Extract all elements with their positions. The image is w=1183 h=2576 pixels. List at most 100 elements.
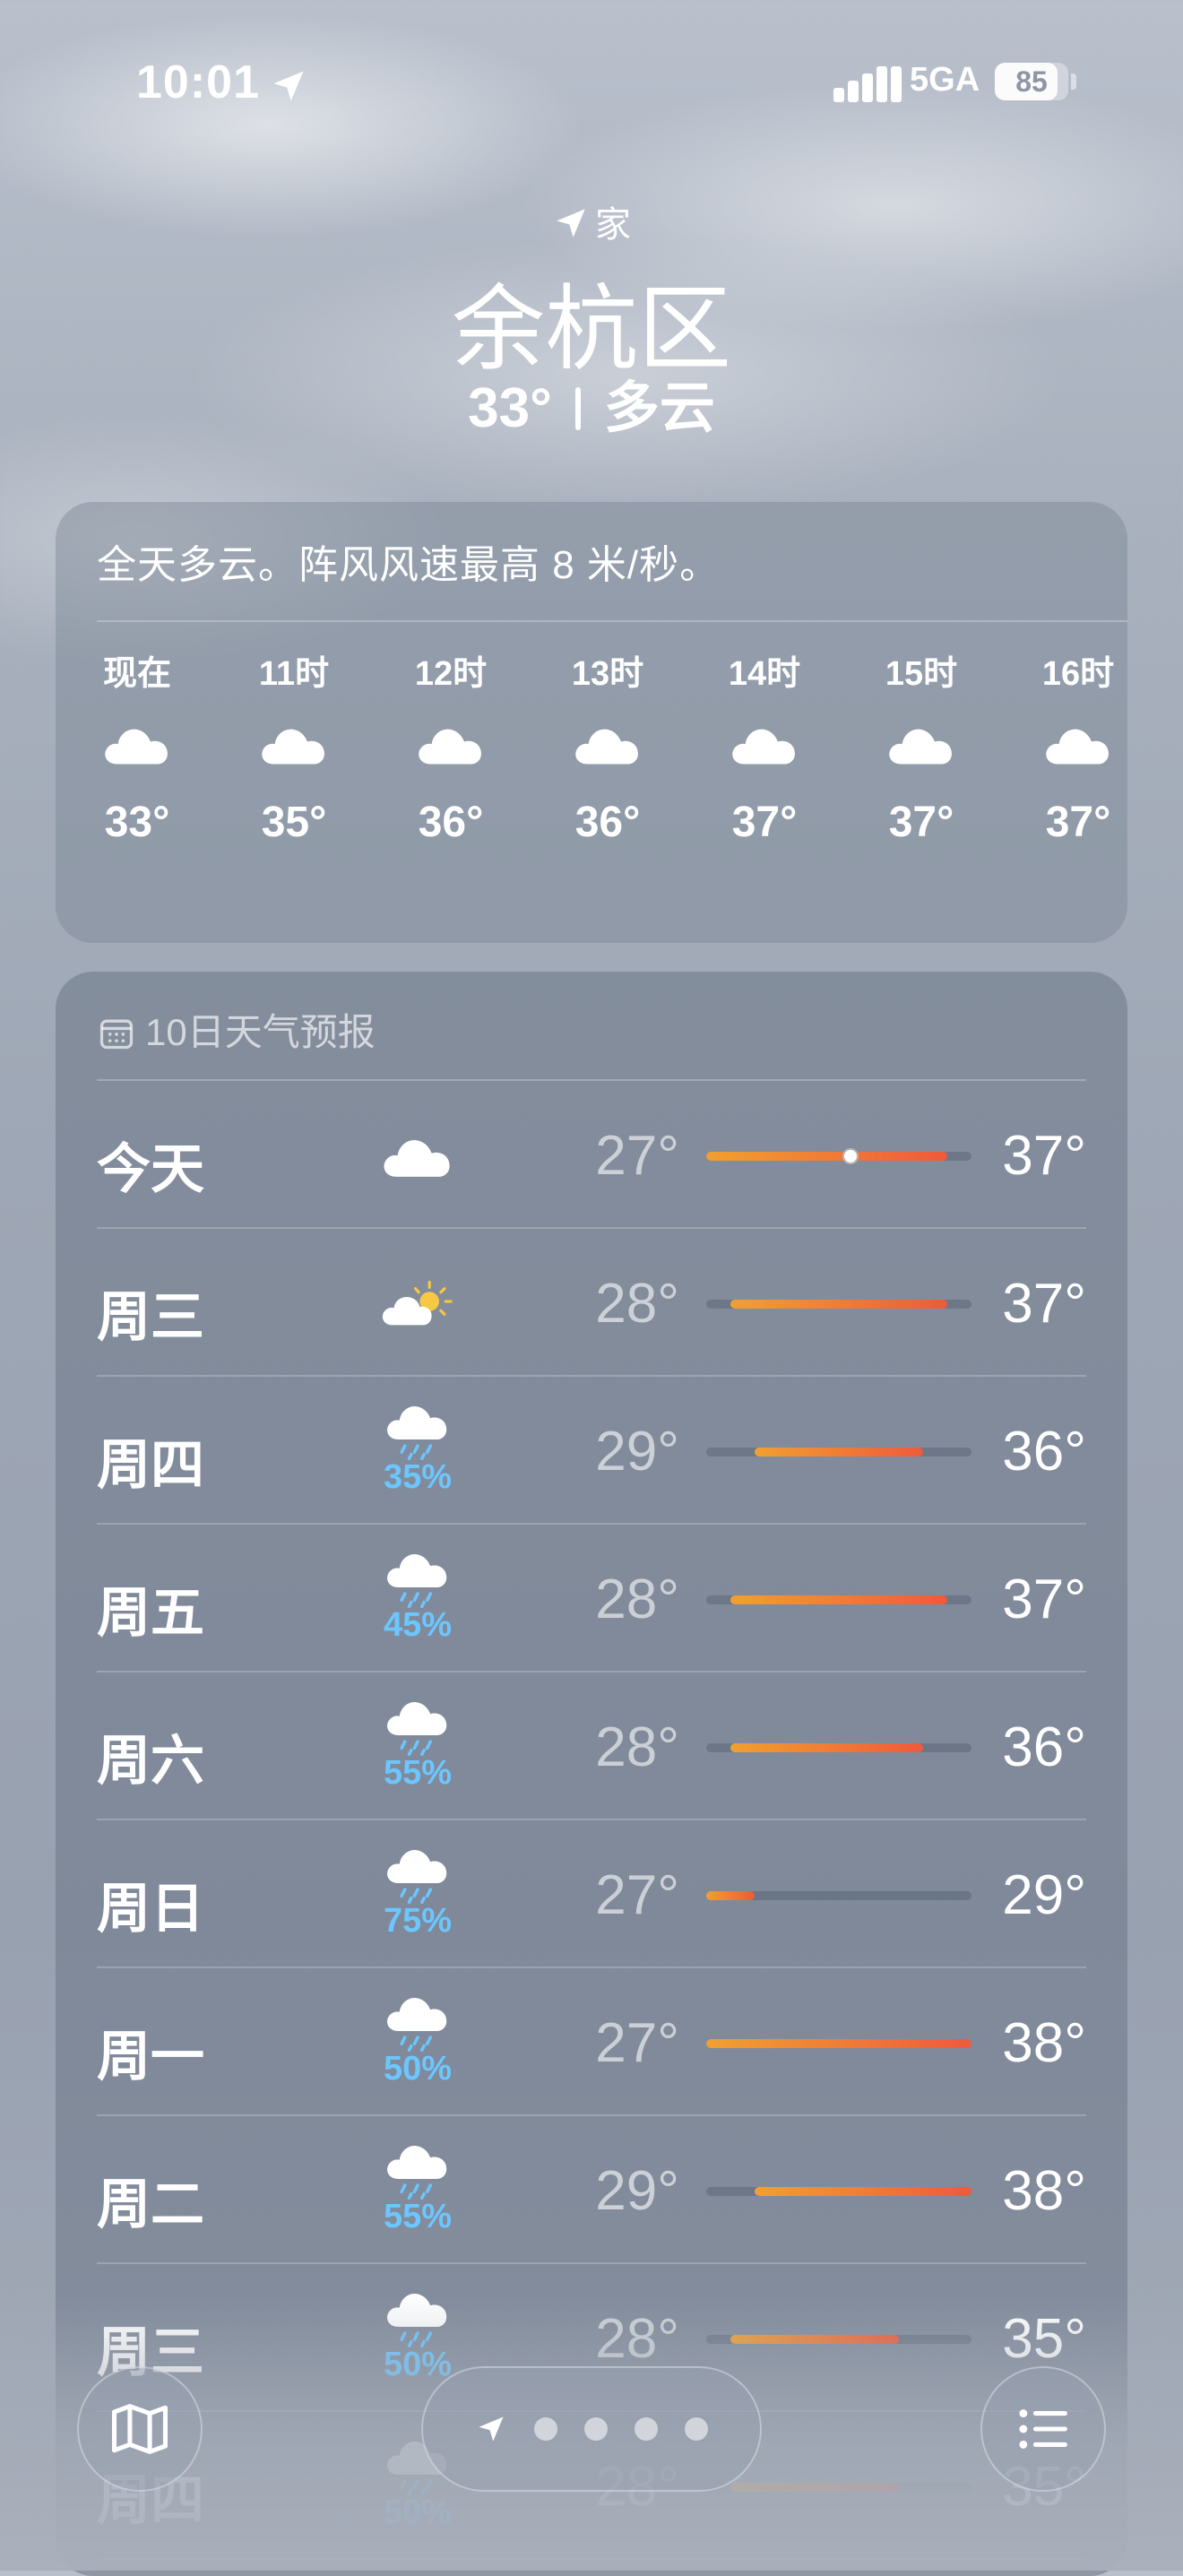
temp-range-fill — [730, 1300, 948, 1309]
high-temp: 36° — [1002, 1421, 1086, 1482]
day-label: 周三 — [97, 1287, 204, 1347]
temp-range-fill — [754, 2187, 971, 2196]
page-dot[interactable] — [584, 2417, 608, 2441]
status-time: 10:01 — [136, 56, 260, 108]
divider — [97, 620, 1127, 622]
precip-chance: 45% — [383, 1606, 453, 1645]
page-indicator[interactable] — [421, 2366, 762, 2492]
partly-sunny-icon — [355, 1245, 480, 1361]
hourly-item: 12时 36° — [384, 645, 518, 847]
high-temp: 38° — [1002, 2160, 1086, 2222]
hour-label: 现在 — [102, 655, 171, 693]
hourly-item: 现在 33° — [70, 645, 204, 847]
separator — [574, 387, 581, 430]
hour-label: 16时 — [1041, 655, 1115, 693]
rain-cloud-icon: 55% — [355, 2132, 480, 2249]
hour-temp: 33° — [104, 799, 170, 846]
temp-range-bar — [706, 2039, 971, 2048]
temp-range-bar — [706, 1300, 971, 1309]
hour-temp: 35° — [261, 799, 327, 846]
low-temp: 28° — [595, 1569, 679, 1630]
hourly-item: 13时 36° — [540, 645, 675, 847]
hour-label: 12时 — [414, 655, 488, 693]
hour-temp: 37° — [1045, 799, 1111, 846]
page-dot[interactable] — [685, 2417, 708, 2441]
cloud-icon — [355, 1097, 480, 1214]
daily-row[interactable]: 周三 28° 37° — [97, 1229, 1086, 1377]
daily-forecast-title: 10日天气预报 — [145, 1011, 376, 1053]
high-temp: 38° — [1002, 2012, 1086, 2074]
cloud-icon — [697, 690, 832, 798]
cloud-icon — [70, 690, 204, 798]
precip-chance: 75% — [383, 1902, 453, 1941]
temp-range-bar — [706, 1595, 971, 1604]
daily-row[interactable]: 周六 55% 28° 36° — [97, 1673, 1086, 1820]
high-temp: 37° — [1002, 1273, 1086, 1335]
rain-cloud-icon: 35% — [355, 1393, 480, 1509]
day-label: 周一 — [97, 2027, 204, 2087]
daily-row[interactable]: 周五 45% 28° 37° — [97, 1525, 1086, 1673]
list-button[interactable] — [980, 2366, 1106, 2492]
daily-row[interactable]: 周一 50% 27° 38° — [97, 1968, 1086, 2116]
low-temp: 28° — [595, 1273, 679, 1335]
hourly-item: 16时 37° — [1011, 645, 1127, 847]
rain-cloud-icon: 45% — [355, 1541, 480, 1657]
battery-level: 85 — [1015, 65, 1048, 98]
hour-label: 11时 — [258, 655, 330, 693]
day-label: 周五 — [97, 1583, 204, 1643]
precip-chance: 55% — [383, 1754, 453, 1793]
hour-temp: 36° — [574, 799, 641, 846]
hour-label: 15时 — [885, 655, 958, 693]
hour-temp: 37° — [888, 799, 954, 846]
hourly-forecast-card[interactable]: 全天多云。阵风风速最高 8 米/秒。 现在 33° 11时 35° 12时 36° 13时 3… — [56, 502, 1127, 943]
high-temp: 37° — [1002, 1125, 1086, 1187]
cloud-icon — [854, 690, 989, 798]
day-label: 周六 — [97, 1731, 204, 1791]
low-temp: 29° — [595, 2160, 679, 2222]
cloud-icon — [1011, 690, 1127, 798]
hourly-summary: 全天多云。阵风风速最高 8 米/秒。 — [97, 543, 721, 587]
map-icon — [111, 2404, 168, 2454]
current-temp-dot — [842, 1148, 859, 1164]
daily-row[interactable]: 今天 27° 37° — [97, 1081, 1086, 1229]
temp-range-fill — [754, 1448, 924, 1457]
map-button[interactable] — [77, 2366, 203, 2492]
rain-cloud-icon: 50% — [355, 1984, 480, 2101]
day-label: 周日 — [97, 1879, 204, 1939]
battery-icon: 85 — [995, 63, 1068, 100]
hour-label: 14时 — [728, 655, 801, 693]
cloud-icon — [227, 690, 361, 798]
low-temp: 28° — [595, 1716, 679, 1778]
temp-range-bar — [706, 1448, 971, 1457]
temp-range-bar — [706, 1743, 971, 1752]
current-temp: 33° — [468, 377, 552, 439]
location-label-row: 家 — [0, 195, 1183, 247]
precip-chance: 50% — [383, 2050, 453, 2088]
daily-row[interactable]: 周四 35% 29° 36° — [97, 1377, 1086, 1525]
high-temp: 36° — [1002, 1716, 1086, 1778]
hourly-item: 11时 35° — [227, 645, 361, 847]
current-condition: 多云 — [603, 377, 715, 439]
low-temp: 27° — [595, 1125, 679, 1187]
temp-range-fill — [706, 1152, 948, 1161]
high-temp: 37° — [1002, 1569, 1086, 1630]
location-arrow-icon — [557, 209, 585, 238]
high-temp: 29° — [1002, 1864, 1086, 1926]
hour-label: 13时 — [571, 655, 644, 693]
location-label: 家 — [595, 205, 631, 245]
status-bar: 10:01 5GA 85 — [0, 56, 1183, 118]
page-dot[interactable] — [635, 2417, 658, 2441]
page-dot[interactable] — [534, 2417, 557, 2441]
location-arrow-icon — [273, 71, 304, 101]
daily-row[interactable]: 周二 55% 29° 38° — [97, 2116, 1086, 2264]
day-label: 周二 — [97, 2174, 204, 2235]
temp-range-bar — [706, 1891, 971, 1900]
hour-temp: 37° — [731, 799, 798, 846]
temp-range-fill — [730, 1595, 948, 1604]
network-type: 5GA — [910, 61, 980, 99]
temp-range-bar — [706, 1148, 971, 1164]
cloud-icon — [384, 690, 518, 798]
cloud-icon — [540, 690, 675, 798]
daily-row[interactable]: 周日 75% 27° 29° — [97, 1820, 1086, 1968]
cellular-signal-icon — [833, 66, 902, 102]
